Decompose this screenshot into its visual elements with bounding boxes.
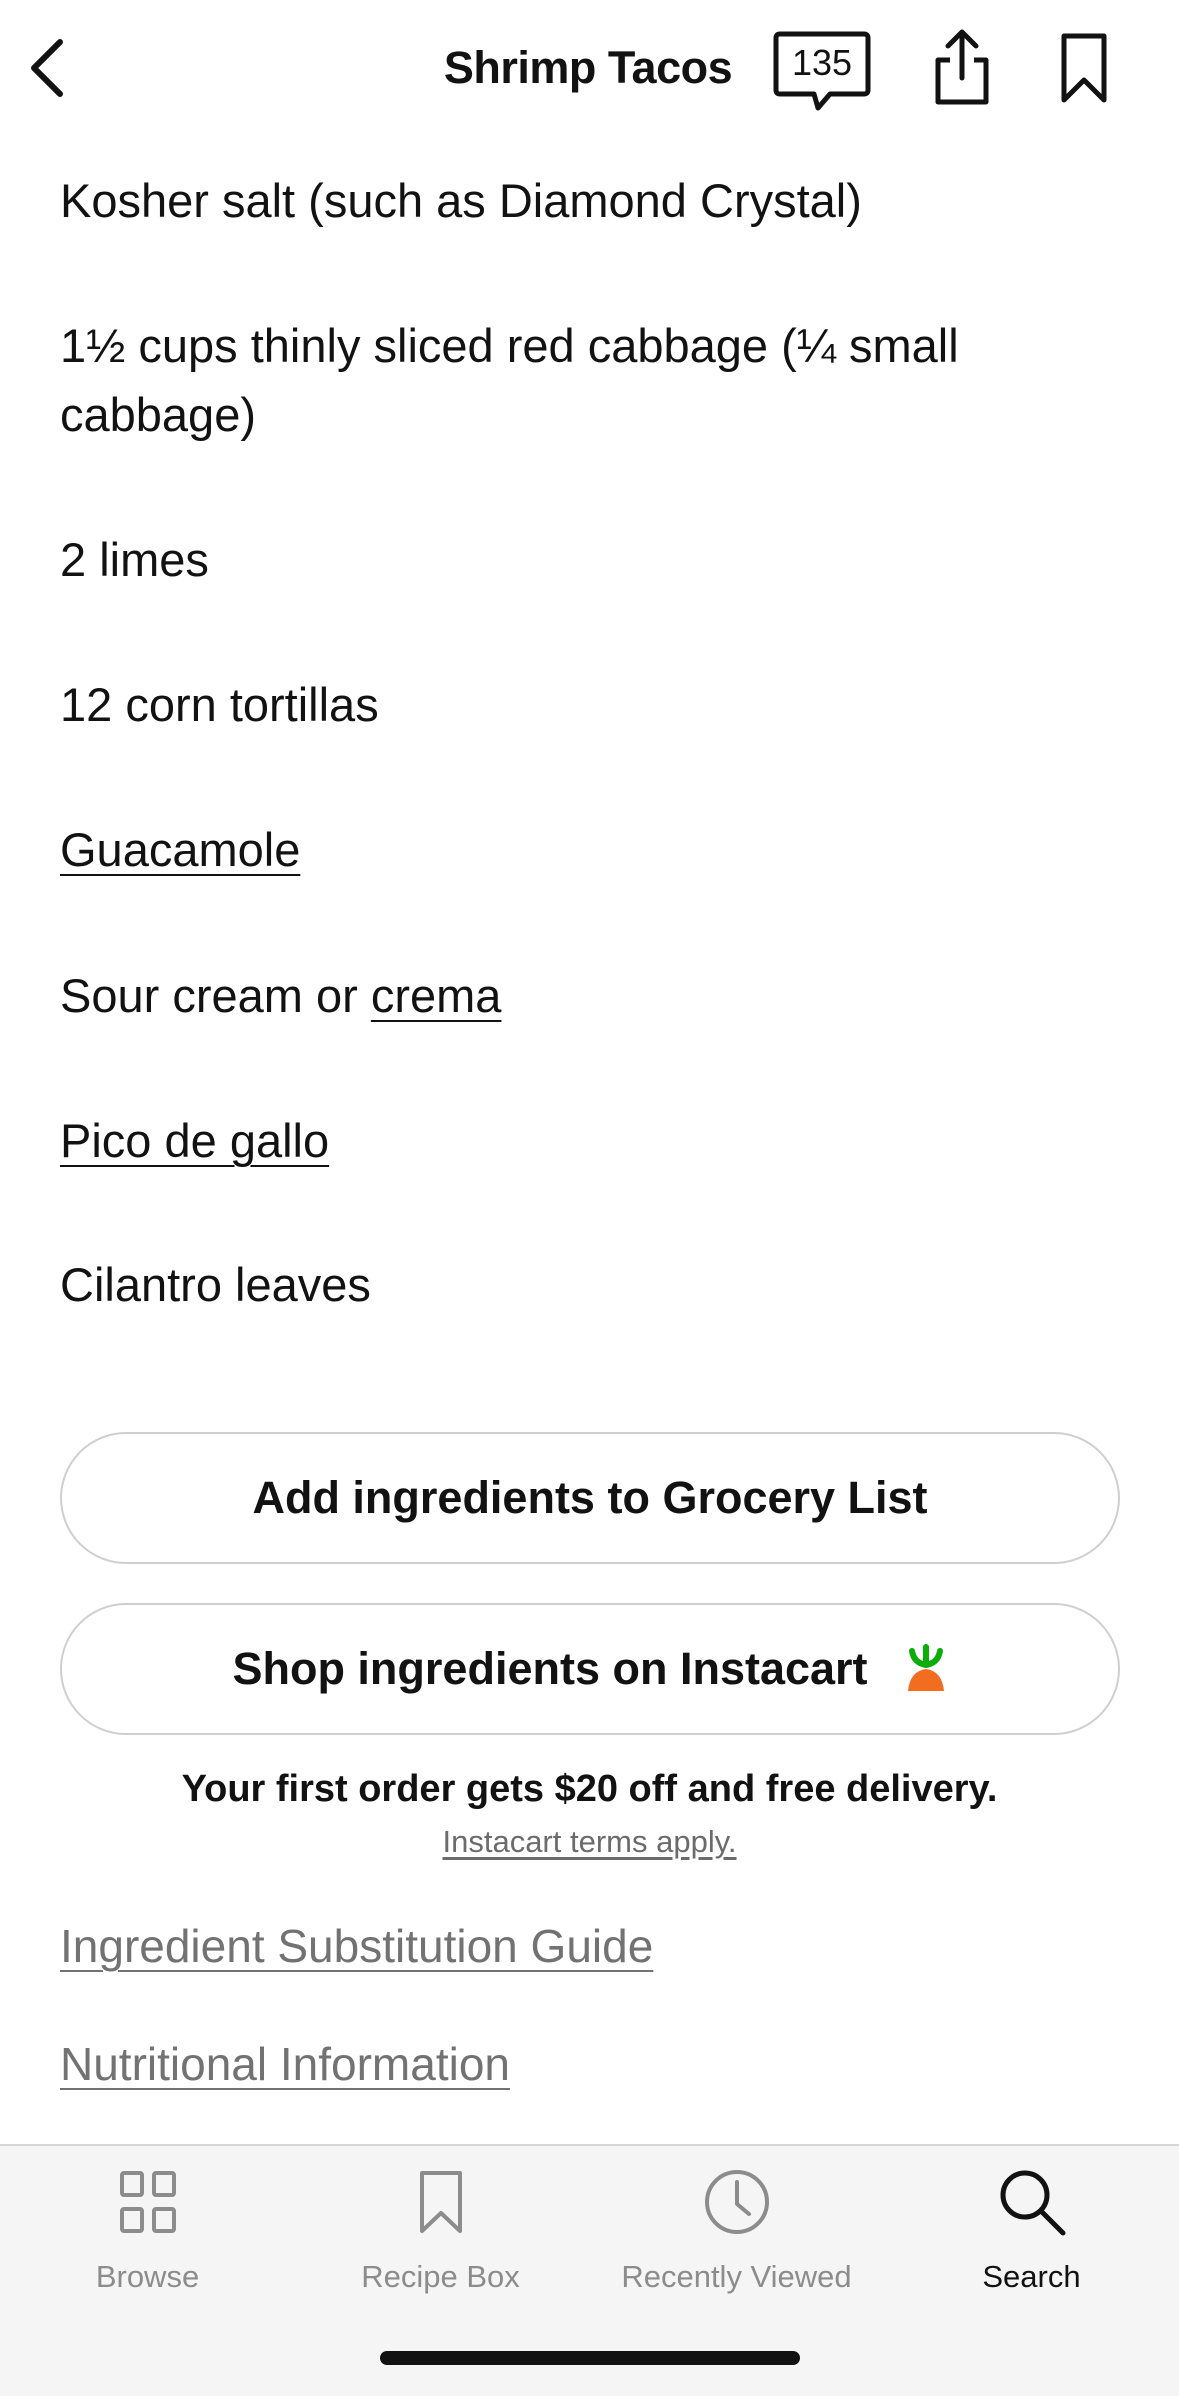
ingredient-item: 2 limes bbox=[60, 533, 209, 586]
ingredient-text: Sour cream or bbox=[60, 969, 371, 1022]
page-title: Shrimp Tacos bbox=[443, 42, 733, 93]
back-button[interactable] bbox=[18, 28, 74, 108]
comment-count: 135 bbox=[791, 42, 853, 83]
tab-search[interactable]: Search bbox=[884, 2162, 1179, 2312]
back-chevron-icon bbox=[31, 39, 63, 97]
tab-recipe-box[interactable]: Recipe Box bbox=[293, 2162, 588, 2312]
ingredient-item: Kosher salt (such as Diamond Crystal) bbox=[60, 174, 862, 227]
add-to-grocery-list-button[interactable]: Add ingredients to Grocery List bbox=[60, 1432, 1120, 1564]
ingredient-item: Sour cream or crema bbox=[60, 961, 1020, 1030]
tab-browse-label: Browse bbox=[95, 2259, 200, 2294]
home-indicator[interactable] bbox=[380, 2351, 800, 2365]
ingredient-item: 12 corn tortillas bbox=[60, 678, 379, 731]
share-button[interactable] bbox=[930, 28, 994, 108]
crema-link[interactable]: crema bbox=[371, 969, 502, 1022]
recipe-page: Shrimp Tacos 135 Kosher salt (such as Di… bbox=[0, 0, 1179, 2396]
bookmark-icon bbox=[1061, 33, 1107, 103]
search-icon bbox=[992, 2162, 1072, 2242]
tab-browse[interactable]: Browse bbox=[0, 2162, 295, 2312]
tab-recipe-box-label: Recipe Box bbox=[361, 2259, 520, 2294]
save-recipe-button[interactable] bbox=[1052, 30, 1116, 106]
shop-instacart-button[interactable]: Shop ingredients on Instacart bbox=[60, 1603, 1120, 1735]
instacart-promo-text: Your first order gets $20 off and free d… bbox=[181, 1768, 998, 1810]
tab-recently-viewed-label: Recently Viewed bbox=[621, 2259, 852, 2294]
ingredient-item: 1½ cups thinly sliced red cabbage (¼ sma… bbox=[60, 319, 959, 441]
nutritional-info-link[interactable]: Nutritional Information bbox=[60, 2032, 510, 2096]
substitution-guide-link[interactable]: Ingredient Substitution Guide bbox=[60, 1914, 653, 1978]
comments-button[interactable]: 135 bbox=[772, 30, 872, 114]
guacamole-link[interactable]: Guacamole bbox=[60, 823, 300, 876]
tab-search-label: Search bbox=[982, 2259, 1081, 2294]
ingredient-item: Guacamole bbox=[60, 815, 1020, 884]
tab-recently-viewed[interactable]: Recently Viewed bbox=[589, 2162, 884, 2312]
add-to-grocery-list-label: Add ingredients to Grocery List bbox=[252, 1472, 928, 1523]
share-icon bbox=[935, 29, 989, 105]
ingredient-item: Pico de gallo bbox=[60, 1106, 1020, 1175]
ingredient-item: Cilantro leaves bbox=[60, 1258, 371, 1311]
clock-icon bbox=[697, 2162, 777, 2242]
carrot-icon bbox=[904, 1643, 948, 1695]
grid-icon bbox=[108, 2162, 188, 2242]
bookmark-icon bbox=[401, 2162, 481, 2242]
top-nav-bar: Shrimp Tacos 135 bbox=[0, 0, 1179, 136]
instacart-terms-link[interactable]: Instacart terms apply. bbox=[0, 1820, 1179, 1864]
shop-instacart-label: Shop ingredients on Instacart bbox=[232, 1643, 868, 1694]
pico-de-gallo-link[interactable]: Pico de gallo bbox=[60, 1114, 329, 1167]
